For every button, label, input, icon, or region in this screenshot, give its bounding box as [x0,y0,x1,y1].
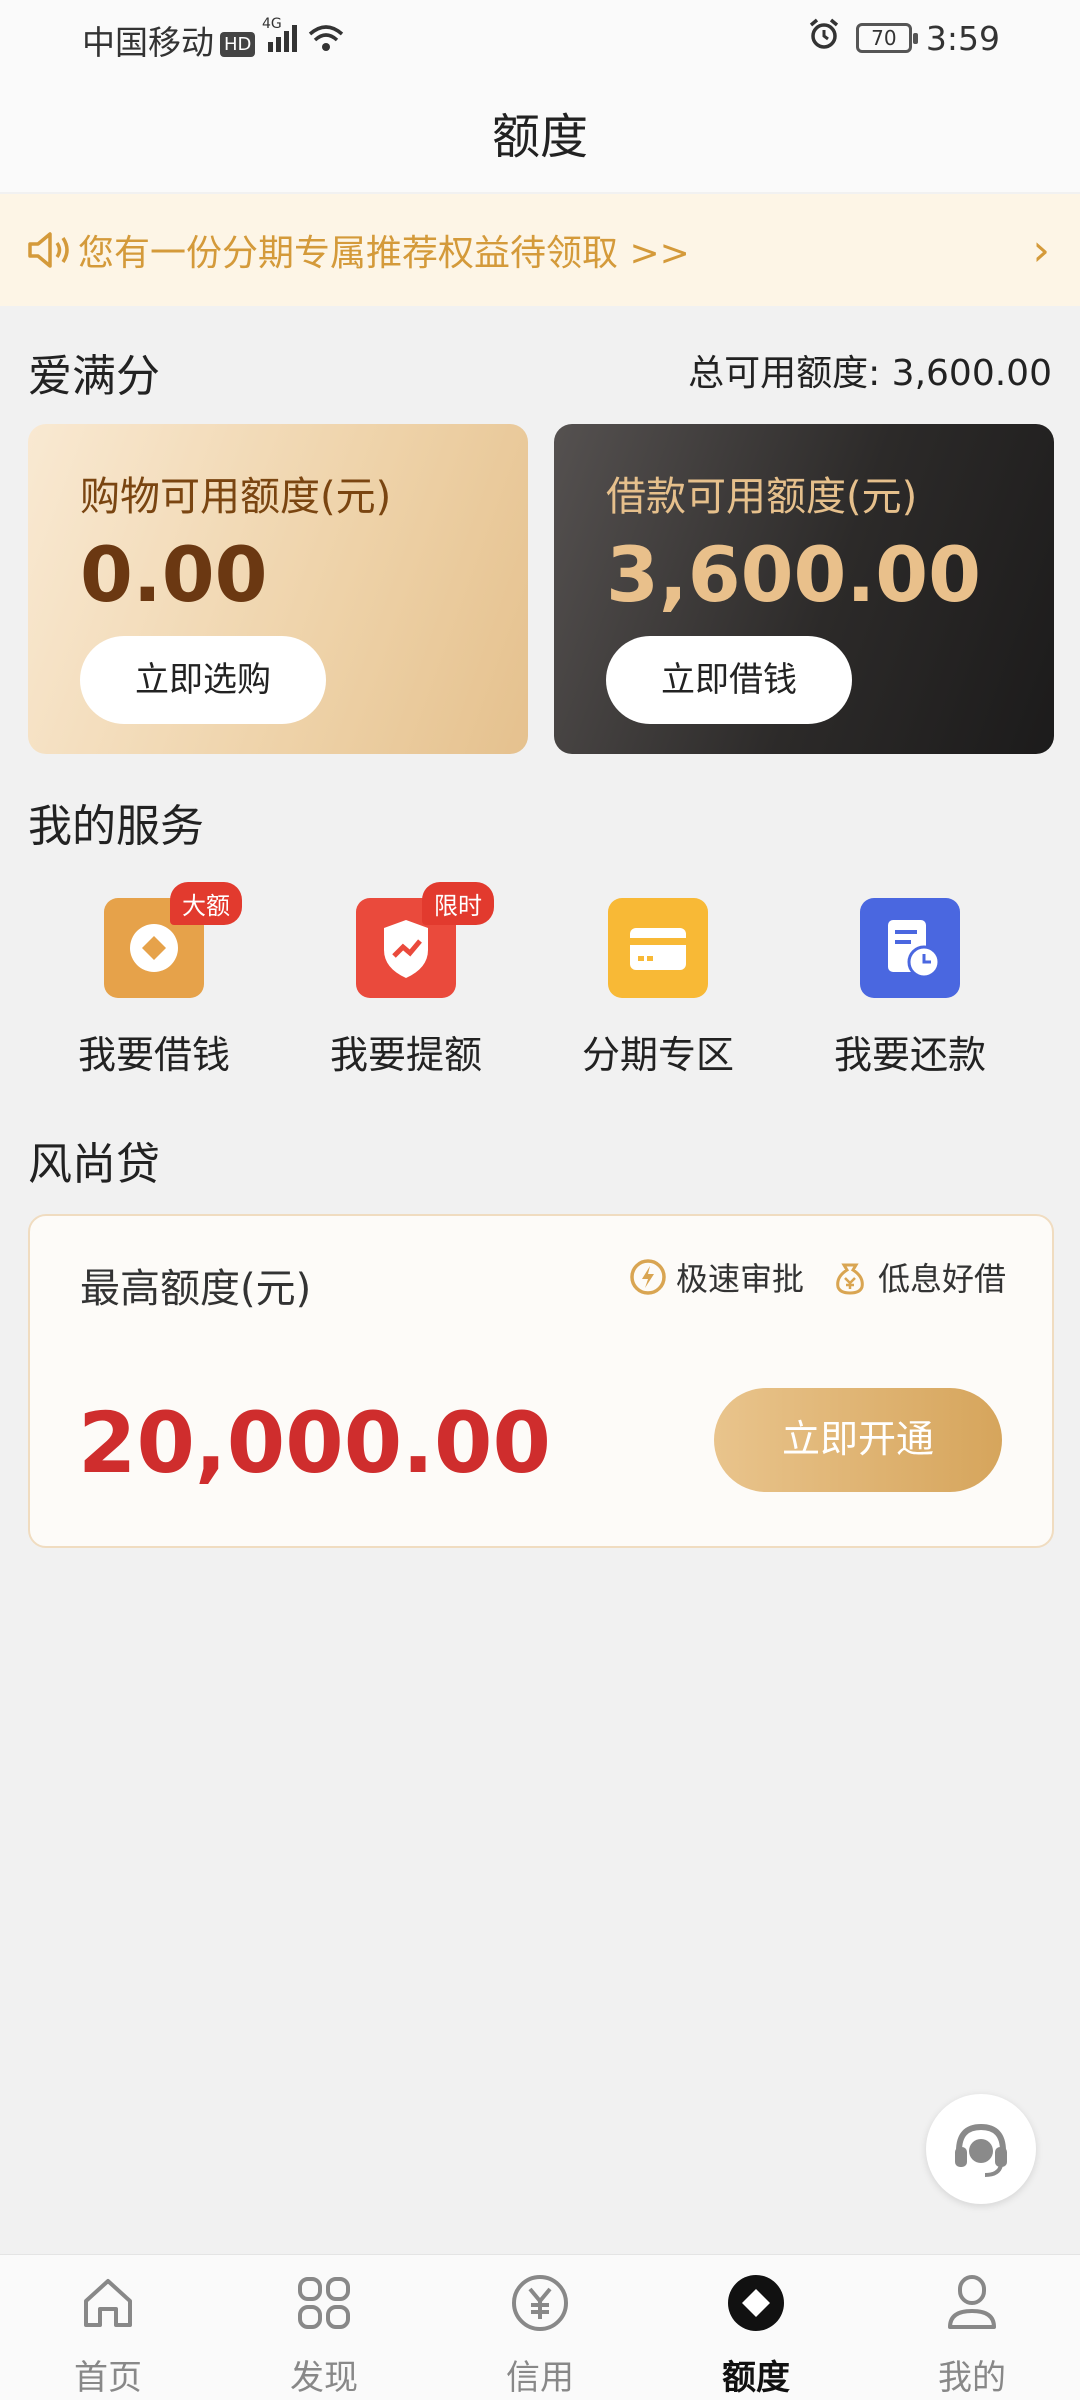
battery-icon: 70 [855,23,918,53]
loan-limit-label: 借款可用额度(元) [606,474,918,520]
status-bar: 中国移动 HD 4G 70 3:59 [0,0,1080,72]
section-title-services: 我的服务 [28,801,204,852]
shopping-limit-card: 购物可用额度(元) 0.00 立即选购 [28,424,528,754]
feature-low-interest: 低息好借 [830,1254,1006,1300]
borrow-now-button[interactable]: 立即借钱 [606,636,852,724]
chevron-right-icon: › [1032,224,1050,276]
feature-list: 极速审批 低息好借 [628,1254,1006,1300]
shopping-limit-label: 购物可用额度(元) [80,474,392,520]
service-borrow[interactable]: 大额 我要借钱 [34,880,274,1079]
service-installment[interactable]: 分期专区 [538,880,778,1079]
money-bag-icon [836,1263,864,1295]
signal-icon: 4G [262,14,352,66]
shopping-limit-amount: 0.00 [80,530,268,619]
tab-discover[interactable]: 发现 [216,2255,432,2400]
svg-text:4G: 4G [262,16,282,32]
max-limit-amount: 20,000.00 [78,1394,551,1492]
service-repay[interactable]: 我要还款 [790,880,1030,1079]
loan-limit-card: 借款可用额度(元) 3,600.00 立即借钱 [554,424,1054,754]
raise-limit-icon: 限时 [356,882,494,998]
services-grid: 大额 我要借钱 限时 我要提额 分期专区 我要还款 [0,880,1080,1080]
fengshang-loan-card: 最高额度(元) 极速审批 低息好借 20,000.00 立即开通 [28,1214,1054,1548]
tab-label: 信用 [506,2358,574,2398]
page-title: 额度 [491,109,588,165]
tab-credit[interactable]: 信用 [432,2255,648,2400]
service-label: 我要还款 [833,1033,986,1077]
alarm-icon [806,16,842,60]
service-label: 我要借钱 [77,1033,230,1077]
customer-service-button[interactable] [926,2094,1036,2204]
tab-label: 发现 [290,2358,358,2398]
tab-quota[interactable]: 额度 [648,2255,864,2400]
section-title-fengshang: 风尚贷 [28,1139,160,1190]
installment-card-icon [608,898,708,998]
lightning-icon [630,1259,666,1295]
tab-label: 首页 [74,2358,142,2398]
bottom-tab-bar: 首页 发现 信用 额度 我的 [0,2254,1080,2400]
max-limit-label: 最高额度(元) [80,1266,312,1312]
headset-icon [955,2123,1007,2177]
repay-icon [860,898,960,998]
service-label: 分期专区 [581,1033,734,1077]
credit-icon [512,2275,568,2331]
quota-icon [728,2275,784,2331]
feature-fast-approval: 极速审批 [628,1254,804,1300]
service-label: 我要提额 [329,1033,482,1077]
title-bar: 额度 [0,72,1080,192]
section-title-aimanfen: 爱满分 [28,351,160,402]
home-icon [84,2279,132,2327]
tab-profile[interactable]: 我的 [864,2255,1080,2400]
tab-label: 我的 [938,2358,1006,2398]
activate-now-button[interactable]: 立即开通 [714,1388,1002,1492]
loan-limit-amount: 3,600.00 [606,530,982,619]
clock-time: 3:59 [925,18,1000,58]
total-available-limit: 总可用额度: 3,600.00 [688,353,1052,394]
carrier-label: 中国移动 HD [82,16,256,64]
hd-badge: HD [220,32,256,57]
speaker-icon [28,232,69,268]
profile-icon [948,2275,996,2329]
discover-icon [298,2277,350,2329]
tag-badge: 大额 [170,882,242,925]
borrow-icon: 大额 [104,882,242,998]
service-raise-limit[interactable]: 限时 我要提额 [286,880,526,1079]
tag-badge: 限时 [422,882,494,925]
shop-now-button[interactable]: 立即选购 [80,636,326,724]
promo-notice-bar[interactable]: 您有一份分期专属推荐权益待领取 >> › [0,194,1080,306]
tab-home[interactable]: 首页 [0,2255,216,2400]
promo-notice-text: 您有一份分期专属推荐权益待领取 >> [78,233,690,274]
tab-label: 额度 [722,2358,790,2398]
